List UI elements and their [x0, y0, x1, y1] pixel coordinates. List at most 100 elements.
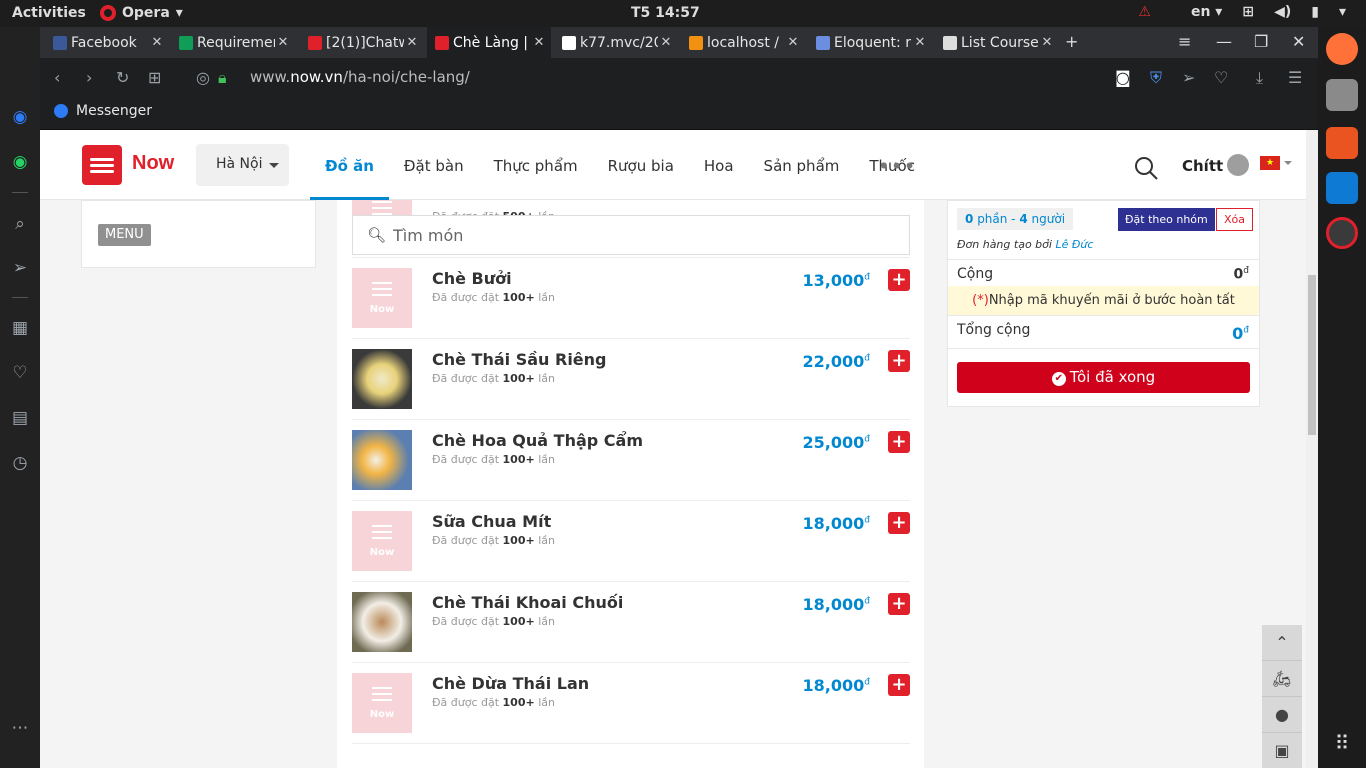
warning-icon[interactable]: ⚠ — [1138, 4, 1151, 20]
volume-icon[interactable]: ◀) — [1274, 4, 1291, 20]
camera-icon[interactable]: ◙ — [1115, 68, 1131, 87]
tab-item[interactable]: k77.mvc/20 ✕ — [554, 27, 678, 58]
close-icon[interactable]: ✕ — [404, 35, 420, 50]
avatar[interactable] — [1227, 154, 1249, 176]
chevron-down-icon[interactable]: ▾ — [1339, 4, 1346, 20]
nav-item[interactable]: Sản phẩm — [749, 130, 855, 200]
vscode-icon[interactable] — [1326, 172, 1358, 204]
app-menu[interactable]: Opera ▾ — [100, 5, 183, 21]
dish-thumbnail[interactable] — [352, 430, 412, 490]
lock-icon[interactable]: 🔒︎ — [218, 68, 227, 88]
chevron-down-icon[interactable] — [1284, 161, 1292, 169]
nav-item[interactable]: Thực phẩm — [479, 130, 593, 200]
creator-link[interactable]: Lê Đức — [1055, 238, 1093, 251]
new-tab-icon[interactable]: + — [1065, 32, 1078, 51]
activities-button[interactable]: Activities — [12, 5, 86, 21]
more-menu-icon[interactable]: ••• — [878, 154, 916, 178]
dish-thumbnail[interactable]: Now — [352, 268, 412, 328]
nav-item[interactable]: Rượu bia — [593, 130, 689, 200]
brand-name[interactable]: Now — [132, 152, 174, 175]
group-order-button[interactable]: Đặt theo nhóm — [1118, 208, 1215, 231]
send-icon[interactable]: ➢ — [9, 257, 31, 279]
add-to-cart-button[interactable]: + — [888, 269, 910, 291]
dish-thumbnail[interactable] — [352, 592, 412, 652]
battery-icon[interactable]: ▮ — [1311, 4, 1319, 20]
menu-button[interactable]: MENU — [98, 224, 151, 246]
android-icon[interactable]: ▣ — [1262, 733, 1302, 768]
user-name[interactable]: Chítt — [1182, 157, 1223, 175]
download-icon[interactable]: ⤓ — [1256, 68, 1263, 88]
bookmark-messenger[interactable]: Messenger — [54, 103, 152, 119]
send-icon[interactable]: ➢ — [1182, 68, 1195, 87]
scroll-top-icon[interactable]: ⌃ — [1262, 625, 1302, 661]
add-to-cart-button[interactable]: + — [888, 512, 910, 534]
speed-dial-icon[interactable]: ▦ — [9, 317, 31, 339]
close-icon[interactable]: ✕ — [1039, 35, 1055, 50]
system-tray[interactable]: ⚠ en ▾ ⊞ ◀) ▮ ▾ — [1138, 4, 1346, 20]
add-to-cart-button[interactable]: + — [888, 431, 910, 453]
tab-item[interactable]: List Course ✕ — [935, 27, 1059, 58]
done-button[interactable]: ✔ Tôi đã xong — [957, 362, 1250, 393]
tabs-grid-icon[interactable]: ⊞ — [148, 68, 161, 87]
clock[interactable]: T5 14:57 — [631, 5, 700, 21]
tab-item[interactable]: Requiremen ✕ — [171, 27, 295, 58]
language-indicator[interactable]: en ▾ — [1191, 4, 1222, 20]
tab-item[interactable]: localhost / ✕ — [681, 27, 805, 58]
heart-icon[interactable]: ♡ — [9, 362, 31, 384]
add-to-cart-button[interactable]: + — [888, 674, 910, 696]
dish-name[interactable]: Chè Thái Sầu Riêng — [432, 350, 607, 369]
search-icon[interactable]: ⌕ — [9, 213, 31, 235]
close-window-icon[interactable]: ✕ — [1292, 32, 1305, 51]
nav-item[interactable]: Hoa — [689, 130, 749, 200]
forward-icon[interactable]: › — [86, 68, 92, 87]
messenger-icon[interactable]: ◉ — [9, 106, 31, 128]
adblock-icon[interactable]: ⛨ — [1150, 68, 1162, 88]
minimize-icon[interactable]: — — [1216, 32, 1232, 51]
software-icon[interactable] — [1326, 127, 1358, 159]
maximize-icon[interactable]: ❐ — [1254, 32, 1268, 51]
clear-button[interactable]: Xóa — [1216, 208, 1254, 231]
tab-item[interactable]: Facebook ✕ — [45, 27, 169, 58]
nav-item[interactable]: Đồ ăn — [310, 130, 389, 200]
back-icon[interactable]: ‹ — [54, 68, 60, 87]
scrollbar-thumb[interactable] — [1308, 275, 1316, 435]
page-scrollbar[interactable] — [1306, 130, 1318, 768]
show-apps-icon[interactable]: ⠿ — [1326, 727, 1358, 759]
opera-icon[interactable] — [1326, 217, 1358, 249]
dish-name[interactable]: Chè Bưởi — [432, 269, 512, 288]
tab-item[interactable]: Eloquent: r ✕ — [808, 27, 932, 58]
heart-icon[interactable]: ♡ — [1214, 68, 1228, 87]
add-to-cart-button[interactable]: + — [888, 350, 910, 372]
close-icon[interactable]: ✕ — [658, 35, 674, 50]
news-icon[interactable]: ▤ — [9, 407, 31, 429]
whatsapp-icon[interactable]: ◉ — [9, 151, 31, 173]
close-icon[interactable]: ✕ — [275, 35, 291, 50]
nav-item[interactable]: Đặt bàn — [389, 130, 479, 200]
tab-item[interactable]: Chè Làng | ✕ — [427, 27, 551, 58]
vietnam-flag-icon[interactable]: ★ — [1260, 156, 1280, 170]
now-logo-icon[interactable] — [82, 145, 122, 185]
tab-item[interactable]: [2(1)]Chatw ✕ — [300, 27, 424, 58]
delivery-icon[interactable]: 🛵︎ — [1262, 661, 1302, 697]
files-icon[interactable] — [1326, 79, 1358, 111]
search-icon[interactable] — [1134, 156, 1158, 180]
url-field[interactable]: www.now.vn/ha-noi/che-lang/ — [250, 68, 470, 86]
city-select[interactable]: Hà Nội — [196, 144, 289, 186]
dish-name[interactable]: Chè Dừa Thái Lan — [432, 674, 589, 693]
tab-menu-icon[interactable]: ≡ — [1178, 32, 1191, 51]
more-icon[interactable]: ⋯ — [9, 717, 31, 739]
close-icon[interactable]: ✕ — [149, 35, 165, 50]
location-icon[interactable]: ◎ — [196, 68, 210, 87]
reload-icon[interactable]: ↻ — [116, 68, 129, 87]
dish-thumbnail[interactable]: Now — [352, 673, 412, 733]
dish-search-input[interactable] — [393, 224, 873, 246]
close-icon[interactable]: ✕ — [531, 35, 547, 50]
dish-search[interactable]: 🔍︎ — [352, 215, 910, 255]
firefox-icon[interactable] — [1326, 33, 1358, 65]
add-to-cart-button[interactable]: + — [888, 593, 910, 615]
network-icon[interactable]: ⊞ — [1242, 4, 1254, 20]
history-icon[interactable]: ◷ — [9, 452, 31, 474]
dish-thumbnail[interactable]: Now — [352, 511, 412, 571]
dish-name[interactable]: Chè Hoa Quả Thập Cẩm — [432, 431, 643, 450]
dish-name[interactable]: Sữa Chua Mít — [432, 512, 551, 531]
